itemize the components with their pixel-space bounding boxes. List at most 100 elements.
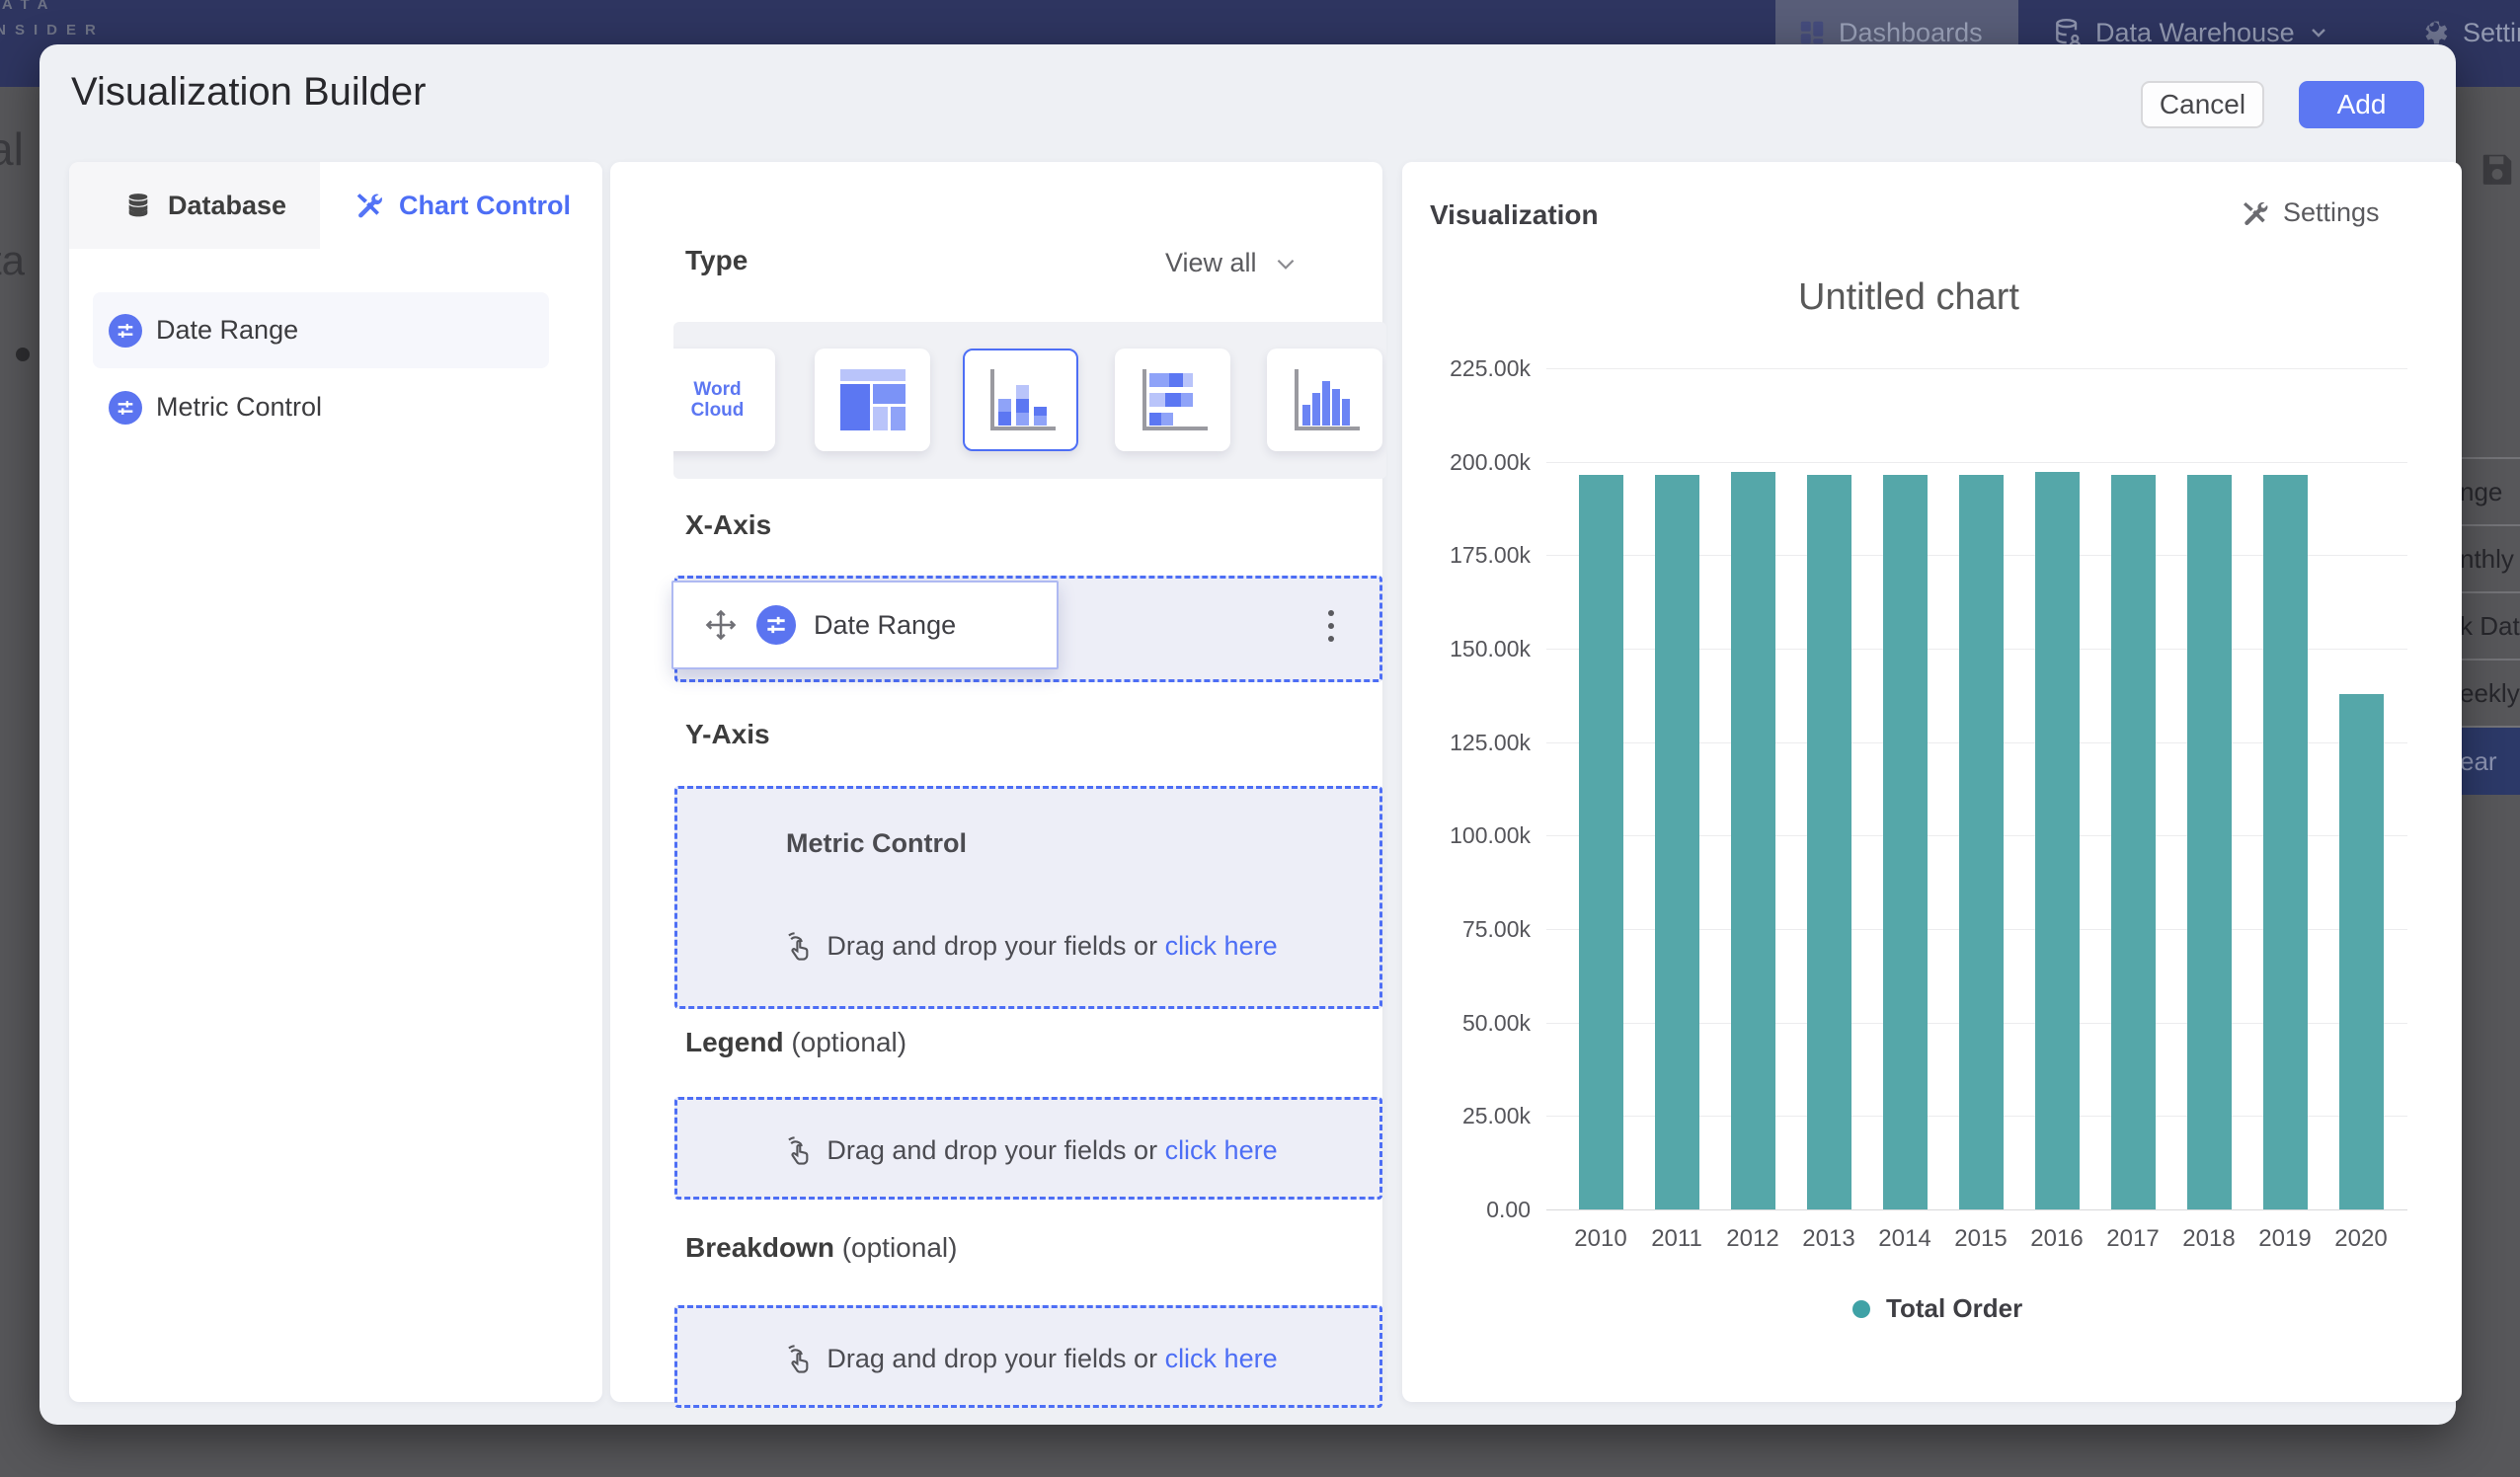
bar-2019[interactable] — [2263, 475, 2308, 1209]
y-axis-tick-label: 100.00k — [1402, 822, 1531, 849]
tap-icon — [779, 929, 813, 963]
gridline — [1546, 462, 2407, 463]
bar-2016[interactable] — [2035, 472, 2080, 1209]
tab-chart-control[interactable]: Chart Control — [320, 162, 602, 249]
visualization-builder-modal: Visualization Builder Cancel Add Databas… — [39, 44, 2456, 1425]
background-menu-item: k Date — [2456, 593, 2520, 661]
y-axis-tick-label: 125.00k — [1402, 730, 1531, 756]
sliders-icon — [109, 391, 142, 425]
background-bullet — [16, 348, 30, 361]
bar-2015[interactable] — [1959, 475, 2004, 1209]
treemap-thumbnail — [840, 369, 906, 430]
bar-2011[interactable] — [1655, 475, 1699, 1209]
tab-database[interactable]: Database — [69, 162, 320, 249]
field-item-metric-control[interactable]: Metric Control — [93, 369, 549, 445]
background-menu-item: ear — [2456, 728, 2520, 795]
background-dropdown-menu: ngenthlyk Dateeeklyear — [2456, 457, 2520, 795]
chart-type-card-treemap[interactable] — [815, 349, 930, 451]
click-here-link[interactable]: click here — [1165, 1135, 1278, 1165]
nav-data-warehouse-label: Data Warehouse — [2095, 18, 2295, 48]
nav-dashboards-label: Dashboards — [1839, 18, 1983, 48]
legend-series-label: Total Order — [1886, 1293, 2022, 1324]
tab-database-label: Database — [168, 191, 286, 221]
chart-legend[interactable]: Total Order — [1852, 1293, 2022, 1324]
add-button[interactable]: Add — [2299, 81, 2424, 128]
x-axis-section-title: X-Axis — [685, 509, 771, 541]
x-axis-tick-label: 2020 — [2317, 1225, 2405, 1253]
chart-title: Untitled chart — [1711, 276, 2106, 319]
legend-section-title: Legend (optional) — [685, 1027, 906, 1058]
y-axis-control-label: Metric Control — [786, 828, 967, 859]
background-menu-item: nge — [2456, 459, 2520, 526]
background-menu-item: nthly — [2456, 526, 2520, 593]
fields-panel: Database Chart Control Date Range — [69, 162, 602, 1402]
column-thumbnail — [1291, 367, 1360, 432]
background-menu-item: eekly — [2456, 661, 2520, 728]
bar-2020[interactable] — [2339, 694, 2384, 1209]
chart-settings-label: Settings — [2283, 197, 2380, 228]
tools-icon — [354, 191, 383, 220]
field-item-label: Metric Control — [156, 392, 322, 423]
type-section-title: Type — [685, 245, 748, 276]
kebab-menu-icon[interactable] — [1328, 610, 1334, 642]
drop-hint-text: Drag and drop your fields or — [827, 1135, 1164, 1165]
cancel-button[interactable]: Cancel — [2141, 81, 2264, 128]
database-icon — [124, 192, 152, 219]
chart-type-card-column[interactable] — [1267, 349, 1382, 451]
screen: DATA INSIDER Dashboards Data Warehouse S… — [0, 0, 2520, 1477]
tap-icon — [779, 1342, 813, 1375]
y-axis-tick-label: 175.00k — [1402, 542, 1531, 569]
legend-marker — [1852, 1300, 1870, 1318]
bar-2010[interactable] — [1579, 475, 1623, 1209]
y-axis-tick-label: 200.00k — [1402, 449, 1531, 476]
y-axis-tick-label: 0.00 — [1402, 1197, 1531, 1223]
chevron-down-icon — [2307, 21, 2330, 44]
bar-2017[interactable] — [2111, 475, 2156, 1209]
click-here-link[interactable]: click here — [1165, 1344, 1278, 1373]
y-axis-tick-label: 150.00k — [1402, 636, 1531, 662]
y-axis-dropzone[interactable]: Metric Control Drag and drop your fields… — [674, 786, 1382, 1009]
chart-type-card-stacked-column[interactable] — [963, 349, 1078, 451]
save-icon — [2479, 150, 2516, 188]
tap-icon — [779, 1133, 813, 1167]
view-all-dropdown[interactable]: View all — [1165, 248, 1299, 278]
modal-title: Visualization Builder — [71, 70, 426, 115]
y-axis-tick-label: 225.00k — [1402, 355, 1531, 382]
breakdown-drop-hint: Drag and drop your fields or click here — [677, 1342, 1379, 1375]
bar-2012[interactable] — [1731, 472, 1775, 1209]
gridline — [1546, 368, 2407, 369]
y-axis-tick-label: 50.00k — [1402, 1010, 1531, 1037]
drop-hint-text: Drag and drop your fields or — [827, 931, 1164, 961]
y-axis-tick-label: 75.00k — [1402, 916, 1531, 943]
background-text-fragment: ta — [0, 237, 25, 284]
word-cloud-thumbnail: Word Cloud — [678, 379, 757, 421]
breakdown-section-title: Breakdown (optional) — [685, 1232, 957, 1264]
crossed-tools-icon — [2240, 198, 2269, 228]
gridline — [1546, 1209, 2407, 1210]
visualization-panel-title: Visualization — [1430, 199, 1599, 231]
y-axis-tick-label: 25.00k — [1402, 1103, 1531, 1129]
chart-settings-button[interactable]: Settings — [2240, 197, 2380, 228]
fields-panel-tabs: Database Chart Control — [69, 162, 602, 249]
bar-2014[interactable] — [1883, 475, 1928, 1209]
chart-type-strip: Word Cloud — [673, 322, 1386, 479]
dragged-field-label: Date Range — [814, 610, 956, 641]
view-all-label: View all — [1165, 248, 1257, 278]
y-axis-section-title: Y-Axis — [685, 719, 770, 750]
dragged-field-chip[interactable]: Date Range — [671, 581, 1059, 669]
dashboard-grid-icon — [1797, 18, 1827, 47]
y-axis-drop-hint: Drag and drop your fields or click here — [677, 929, 1379, 963]
legend-dropzone[interactable]: Drag and drop your fields or click here — [674, 1097, 1382, 1200]
sliders-icon — [756, 605, 796, 645]
bar-2013[interactable] — [1807, 475, 1851, 1209]
breakdown-dropzone[interactable]: Drag and drop your fields or click here — [674, 1305, 1382, 1408]
chart-type-card-stacked-bar[interactable] — [1115, 349, 1230, 451]
stacked-column-thumbnail — [986, 367, 1056, 432]
field-item-date-range[interactable]: Date Range — [93, 292, 549, 368]
nav-settings-label: Settings — [2463, 18, 2520, 48]
builder-panel: Type View all Word Cloud — [610, 162, 1382, 1402]
click-here-link[interactable]: click here — [1165, 931, 1278, 961]
bar-2018[interactable] — [2187, 475, 2232, 1209]
chart-type-card-word-cloud[interactable]: Word Cloud — [673, 349, 775, 451]
stacked-bar-thumbnail — [1139, 367, 1208, 432]
